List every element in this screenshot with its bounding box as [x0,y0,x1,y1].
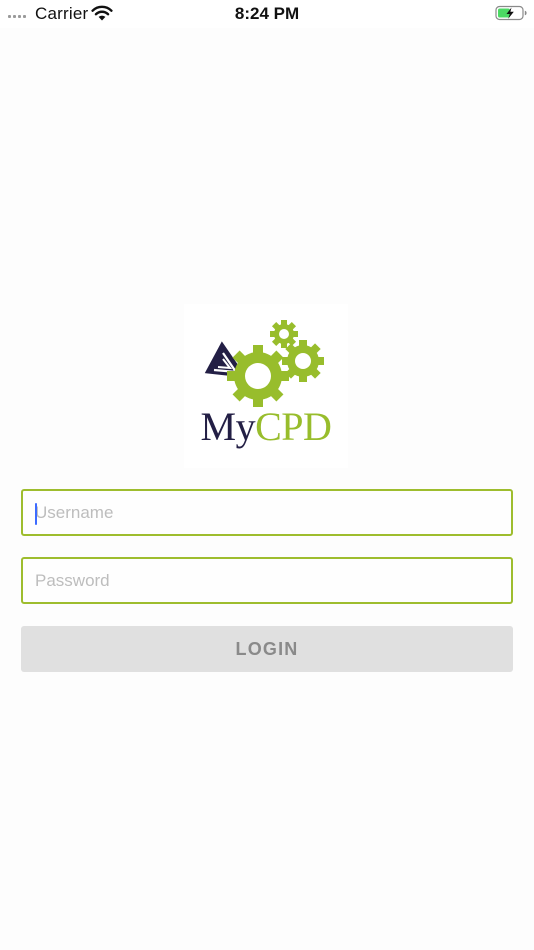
logo-text-my: My [200,404,256,449]
status-bar: Carrier 8:24 PM [0,0,534,28]
text-caret [35,503,37,525]
login-button[interactable]: LOGIN [21,626,513,672]
logo-wordmark: MyCPD [184,404,348,450]
logo-text-cpd: CPD [255,404,332,449]
password-input[interactable] [23,559,511,602]
clock: 8:24 PM [234,4,300,23]
username-field[interactable] [21,489,513,536]
username-input[interactable] [23,491,511,534]
gears-logo-icon [204,320,324,407]
password-field[interactable] [21,557,513,604]
app-logo: MyCPD [184,304,348,468]
battery-charging-icon [495,5,527,21]
